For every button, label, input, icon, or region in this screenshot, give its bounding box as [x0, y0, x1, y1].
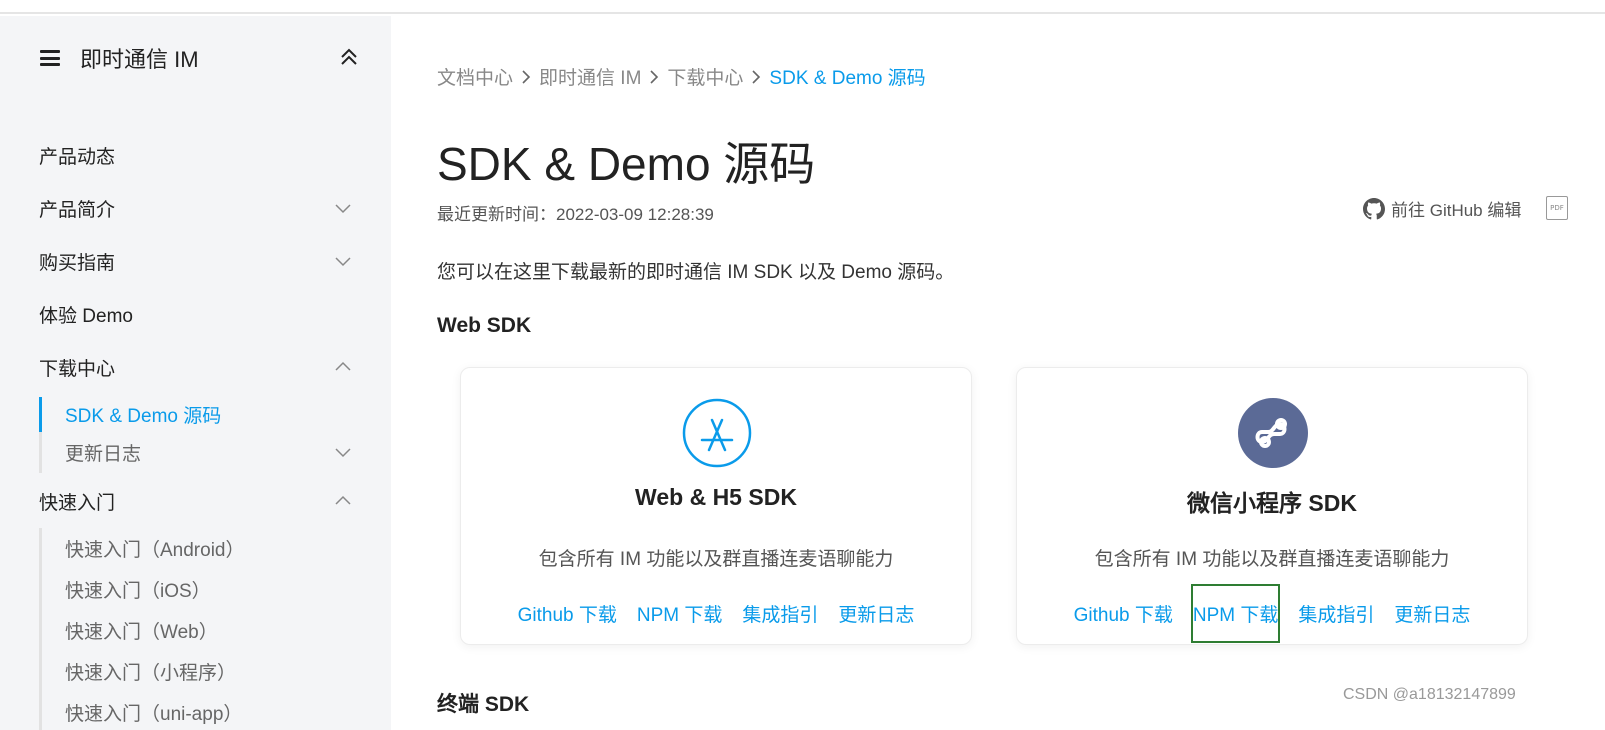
breadcrumb-im[interactable]: 即时通信 IM — [539, 63, 641, 90]
sidebar-item-label: 快速入门（Web） — [65, 622, 218, 643]
main-content: 文档中心 即时通信 IM 下载中心 SDK & Demo 源码 SDK & De… — [437, 16, 1605, 730]
sidebar-item-product-news[interactable]: 产品动态 — [39, 140, 359, 170]
changelog-link[interactable]: 更新日志 — [1394, 600, 1470, 627]
sidebar-item-label: 快速入门（uni-app） — [65, 704, 243, 725]
sidebar-item-label: 产品动态 — [39, 146, 116, 168]
sidebar-item-download-center[interactable]: 下载中心 — [39, 352, 359, 382]
breadcrumb-download-center[interactable]: 下载中心 — [667, 63, 743, 90]
sidebar-item-label: 体验 Demo — [39, 305, 133, 327]
sidebar-item-label: 快速入门（Android） — [65, 540, 245, 561]
sidebar-item-demo[interactable]: 体验 Demo — [39, 299, 359, 329]
sidebar-item-quickstart-ios[interactable]: 快速入门（iOS） — [42, 569, 359, 610]
sdk-card-web-h5: Web & H5 SDK 包含所有 IM 功能以及群直播连麦语聊能力 Githu… — [460, 367, 972, 645]
sidebar-item-quickstart-web[interactable]: 快速入门（Web） — [42, 610, 359, 651]
changelog-link[interactable]: 更新日志 — [838, 600, 914, 627]
top-border — [0, 0, 1605, 14]
card-links: Github 下载 NPM 下载 集成指引 更新日志 — [1017, 584, 1527, 643]
sidebar-header: 即时通信 IM — [40, 42, 360, 74]
pdf-label: PDF — [1550, 204, 1564, 212]
breadcrumb-docs[interactable]: 文档中心 — [437, 63, 513, 90]
sidebar-item-quickstart-android[interactable]: 快速入门（Android） — [42, 528, 359, 569]
watermark: CSDN @a18132147899 — [1343, 686, 1516, 703]
double-chevron-up-icon[interactable] — [338, 46, 360, 68]
section-title-web-sdk: Web SDK — [437, 314, 532, 337]
chevron-right-icon — [650, 69, 659, 84]
sidebar-item-quickstart[interactable]: 快速入门 — [39, 486, 359, 516]
integration-guide-link[interactable]: 集成指引 — [1298, 600, 1374, 627]
chevron-up-icon — [335, 495, 351, 505]
sdk-card-wechat-miniprogram: 微信小程序 SDK 包含所有 IM 功能以及群直播连麦语聊能力 Github 下… — [1016, 367, 1528, 645]
page-title: SDK & Demo 源码 — [437, 138, 816, 190]
chevron-right-icon — [522, 69, 531, 84]
sidebar-item-sdk-demo[interactable]: SDK & Demo 源码 — [42, 397, 359, 432]
card-description: 包含所有 IM 功能以及群直播连麦语聊能力 — [538, 549, 894, 570]
sidebar-item-label: 购买指南 — [39, 252, 116, 274]
chevron-down-icon — [335, 204, 351, 214]
intro-text: 您可以在这里下载最新的即时通信 IM SDK 以及 Demo 源码。 — [437, 262, 955, 283]
chevron-right-icon — [752, 69, 761, 84]
sidebar-item-purchase-guide[interactable]: 购买指南 — [39, 246, 359, 276]
mini-program-icon — [1238, 398, 1308, 468]
update-time: 最近更新时间：2022-03-09 12:28:39 — [437, 205, 714, 224]
breadcrumb-current: SDK & Demo 源码 — [769, 68, 926, 89]
card-title: 微信小程序 SDK — [1187, 490, 1357, 516]
section-title-terminal-sdk: 终端 SDK — [437, 693, 530, 716]
sidebar-item-changelog[interactable]: 更新日志 — [42, 432, 359, 473]
sidebar-item-label: 产品简介 — [39, 199, 116, 221]
sidebar-item-label: 更新日志 — [65, 444, 142, 465]
sidebar-item-label: 快速入门（iOS） — [65, 581, 211, 602]
chevron-down-icon — [335, 257, 351, 267]
card-links: Github 下载 NPM 下载 集成指引 更新日志 — [461, 600, 971, 627]
npm-download-link[interactable]: NPM 下载 — [637, 600, 723, 627]
sidebar-item-label: 下载中心 — [39, 358, 116, 380]
github-download-link[interactable]: Github 下载 — [1074, 600, 1173, 627]
sidebar-item-quickstart-uniapp[interactable]: 快速入门（uni-app） — [42, 692, 359, 730]
sidebar: 即时通信 IM 产品动态 产品简介 购买指南 体验 Demo 下载中心 SDK … — [0, 16, 391, 730]
sidebar-item-label: 快速入门（小程序） — [65, 663, 237, 684]
sidebar-title: 即时通信 IM — [80, 47, 199, 72]
github-edit-label: 前往 GitHub 编辑 — [1391, 201, 1522, 220]
pdf-icon[interactable]: PDF — [1546, 196, 1568, 220]
chevron-up-icon — [335, 361, 351, 371]
chevron-down-icon — [335, 448, 351, 458]
app-store-icon — [682, 398, 752, 468]
card-title: Web & H5 SDK — [635, 484, 797, 510]
github-edit-link[interactable]: 前往 GitHub 编辑 — [1363, 196, 1521, 221]
sidebar-quickstart-submenu: 快速入门（Android） 快速入门（iOS） 快速入门（Web） 快速入门（小… — [39, 528, 359, 730]
sidebar-item-label: 快速入门 — [39, 492, 116, 514]
card-description: 包含所有 IM 功能以及群直播连麦语聊能力 — [1094, 549, 1450, 570]
github-icon — [1363, 197, 1385, 219]
integration-guide-link[interactable]: 集成指引 — [742, 600, 818, 627]
github-download-link[interactable]: Github 下载 — [518, 600, 617, 627]
npm-download-link-highlighted[interactable]: NPM 下载 — [1190, 584, 1281, 643]
sidebar-download-submenu: SDK & Demo 源码 更新日志 — [39, 397, 359, 473]
sidebar-item-product-intro[interactable]: 产品简介 — [39, 193, 359, 223]
breadcrumb: 文档中心 即时通信 IM 下载中心 SDK & Demo 源码 — [437, 63, 926, 90]
menu-icon[interactable] — [40, 50, 60, 66]
sidebar-item-label: SDK & Demo 源码 — [65, 406, 222, 427]
sidebar-item-quickstart-miniprogram[interactable]: 快速入门（小程序） — [42, 651, 359, 692]
